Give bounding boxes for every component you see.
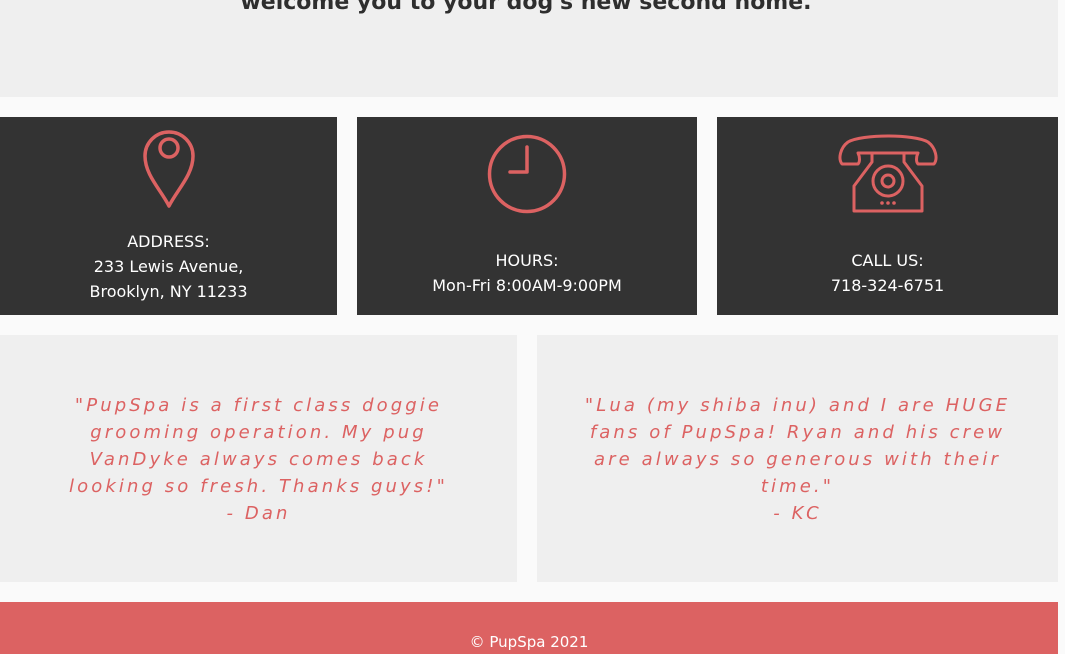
address-text: ADDRESS: 233 Lewis Avenue, Brooklyn, NY … [0, 229, 337, 304]
address-line-1: 233 Lewis Avenue, [93, 257, 244, 276]
phone-icon [838, 134, 937, 213]
hero-heading: welcome you to your dog's new second hom… [240, 0, 812, 15]
testimonial-author: - Dan [226, 503, 291, 524]
map-pin-icon [142, 130, 195, 208]
hours-text: HOURS: Mon-Fri 8:00AM-9:00PM [357, 248, 697, 298]
phone-label: CALL US: [851, 251, 924, 270]
footer-copyright: © PupSpa 2021 [469, 633, 589, 651]
hero-section: welcome you to your dog's new second hom… [0, 0, 1058, 97]
address-line-2: Brooklyn, NY 11233 [89, 282, 248, 301]
hours-value: Mon-Fri 8:00AM-9:00PM [432, 276, 622, 295]
phone-text: CALL US: 718-324-6751 [717, 248, 1058, 298]
clock-icon [487, 134, 567, 214]
phone-card: CALL US: 718-324-6751 [717, 117, 1058, 315]
testimonial-quote-text: "PupSpa is a first class doggie grooming… [69, 395, 448, 497]
hours-label: HOURS: [495, 251, 559, 270]
testimonial-card: "PupSpa is a first class doggie grooming… [0, 335, 517, 582]
footer: © PupSpa 2021 [0, 602, 1058, 654]
testimonial-quote: "PupSpa is a first class doggie grooming… [44, 392, 474, 527]
testimonial-quote-text: "Lua (my shiba inu) and I are HUGE fans … [584, 395, 1011, 497]
testimonial-author: - KC [773, 503, 822, 524]
hours-card: HOURS: Mon-Fri 8:00AM-9:00PM [357, 117, 697, 315]
address-card: ADDRESS: 233 Lewis Avenue, Brooklyn, NY … [0, 117, 337, 315]
testimonial-card: "Lua (my shiba inu) and I are HUGE fans … [537, 335, 1058, 582]
phone-number: 718-324-6751 [830, 276, 945, 295]
address-label: ADDRESS: [127, 232, 210, 251]
testimonial-quote: "Lua (my shiba inu) and I are HUGE fans … [578, 392, 1018, 527]
